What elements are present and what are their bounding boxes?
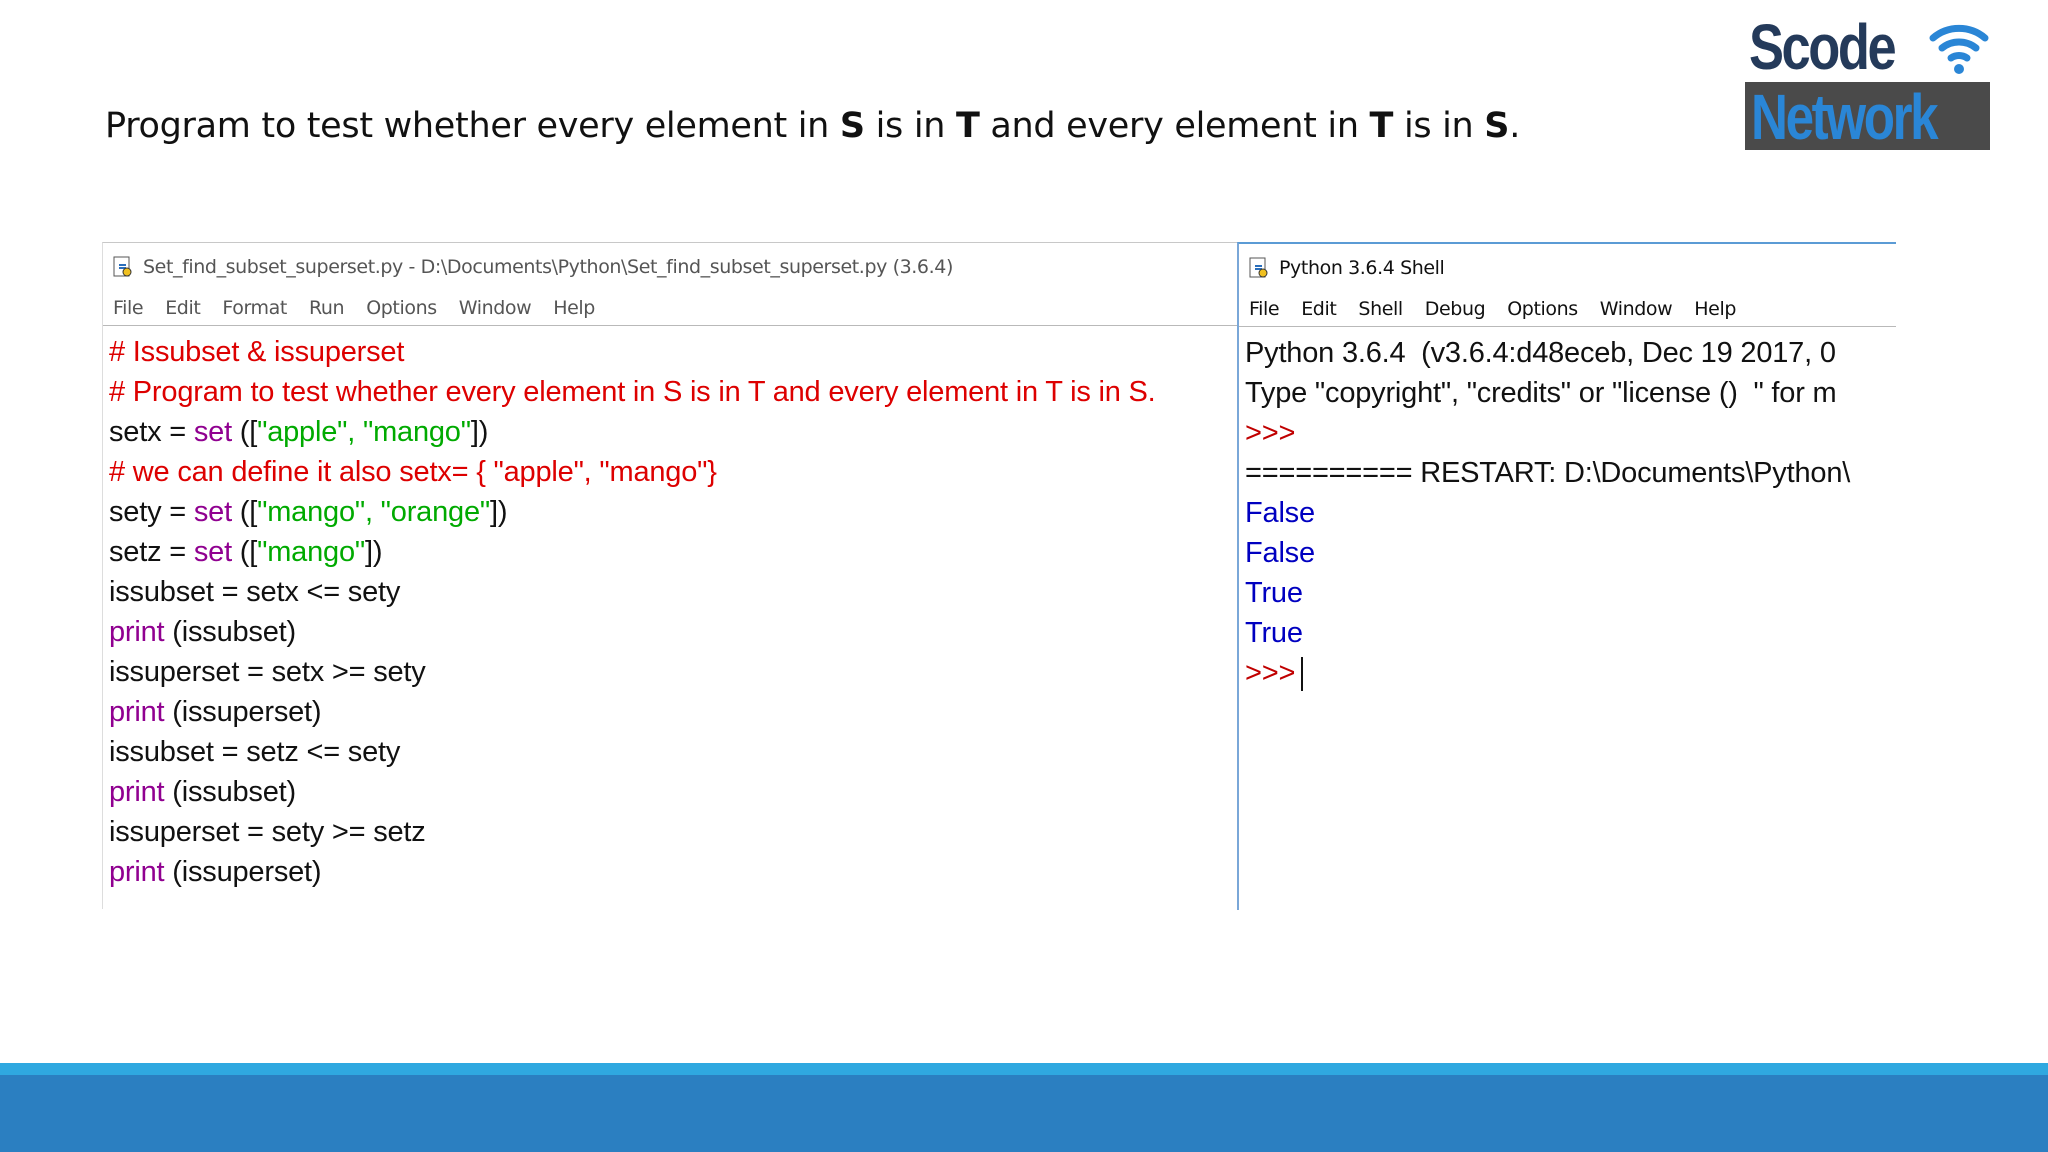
code-line: issuperset = setx >= sety	[109, 656, 426, 688]
wifi-icon	[1929, 24, 1989, 74]
editor-menu-edit[interactable]: Edit	[165, 297, 201, 319]
editor-window[interactable]: Set_find_subset_superset.py - D:\Documen…	[102, 242, 1237, 909]
footer-bar	[0, 1075, 2048, 1152]
code-line: issubset = setz <= sety	[109, 736, 401, 768]
code-line: print (issubset)	[109, 616, 296, 648]
footer-accent-bar	[0, 1063, 2048, 1075]
logo-bottom-text: Network	[1751, 81, 1939, 153]
shell-prompt: >>>	[1245, 417, 1296, 449]
shell-banner: Python 3.6.4 (v3.6.4:d48eceb, Dec 19 201…	[1245, 337, 1836, 369]
shell-menu-help[interactable]: Help	[1694, 298, 1736, 320]
shell-menubar: File Edit Shell Debug Options Window Hel…	[1239, 292, 1896, 327]
editor-menu-file[interactable]: File	[113, 297, 144, 319]
shell-menu-edit[interactable]: Edit	[1301, 298, 1337, 320]
shell-output-line: False	[1245, 497, 1315, 529]
shell-restart-line: ========== RESTART: D:\Documents\Python\	[1245, 457, 1851, 489]
shell-menu-file[interactable]: File	[1249, 298, 1280, 320]
shell-menu-window[interactable]: Window	[1600, 298, 1673, 320]
scode-network-logo: Scode Network	[1745, 10, 1995, 153]
shell-output-line: True	[1245, 577, 1303, 609]
shell-menu-debug[interactable]: Debug	[1425, 298, 1486, 320]
shell-prompt: >>>	[1245, 657, 1296, 689]
editor-menu-window[interactable]: Window	[459, 297, 532, 319]
shell-output-line: False	[1245, 537, 1315, 569]
shell-title: Python 3.6.4 Shell	[1279, 257, 1445, 279]
shell-output-line: True	[1245, 617, 1303, 649]
code-line: # Issubset & issuperset	[109, 336, 405, 368]
slide-title: Program to test whether every element in…	[105, 106, 1521, 146]
logo-top-text: Scode	[1749, 11, 1897, 83]
code-line: print (issuperset)	[109, 696, 322, 728]
editor-menu-help[interactable]: Help	[553, 297, 595, 319]
code-line: issuperset = sety >= setz	[109, 816, 426, 848]
code-line: print (issubset)	[109, 776, 296, 808]
editor-menu-format[interactable]: Format	[222, 297, 287, 319]
code-line: issubset = setx <= sety	[109, 576, 401, 608]
editor-menu-run[interactable]: Run	[309, 297, 345, 319]
shell-menu-shell[interactable]: Shell	[1358, 298, 1403, 320]
shell-window[interactable]: Python 3.6.4 Shell File Edit Shell Debug…	[1237, 242, 1896, 910]
code-line: setz = set (["mango"])	[109, 536, 383, 568]
shell-output-area[interactable]: Python 3.6.4 (v3.6.4:d48eceb, Dec 19 201…	[1239, 327, 1896, 693]
python-file-icon	[113, 256, 132, 277]
shell-titlebar[interactable]: Python 3.6.4 Shell	[1239, 244, 1896, 292]
shell-menu-options[interactable]: Options	[1507, 298, 1578, 320]
text-cursor	[1301, 657, 1304, 692]
editor-menubar: File Edit Format Run Options Window Help	[103, 291, 1237, 326]
python-shell-icon	[1249, 257, 1268, 278]
editor-titlebar[interactable]: Set_find_subset_superset.py - D:\Documen…	[103, 243, 1237, 291]
editor-title: Set_find_subset_superset.py - D:\Documen…	[143, 256, 953, 278]
shell-input-line[interactable]: >>>	[1245, 653, 1896, 693]
logo-bar: Network	[1745, 81, 1990, 153]
code-line: sety = set (["mango", "orange"])	[109, 496, 508, 528]
code-area[interactable]: # Issubset & issuperset # Program to tes…	[103, 326, 1237, 892]
editor-menu-options[interactable]: Options	[366, 297, 437, 319]
code-line: print (issuperset)	[109, 856, 322, 888]
code-line: # we can define it also setx= { "apple",…	[109, 456, 717, 488]
shell-info: Type "copyright", "credits" or "license …	[1245, 377, 1837, 409]
code-line: # Program to test whether every element …	[109, 376, 1156, 408]
code-line: setx = set (["apple", "mango"])	[109, 416, 489, 448]
